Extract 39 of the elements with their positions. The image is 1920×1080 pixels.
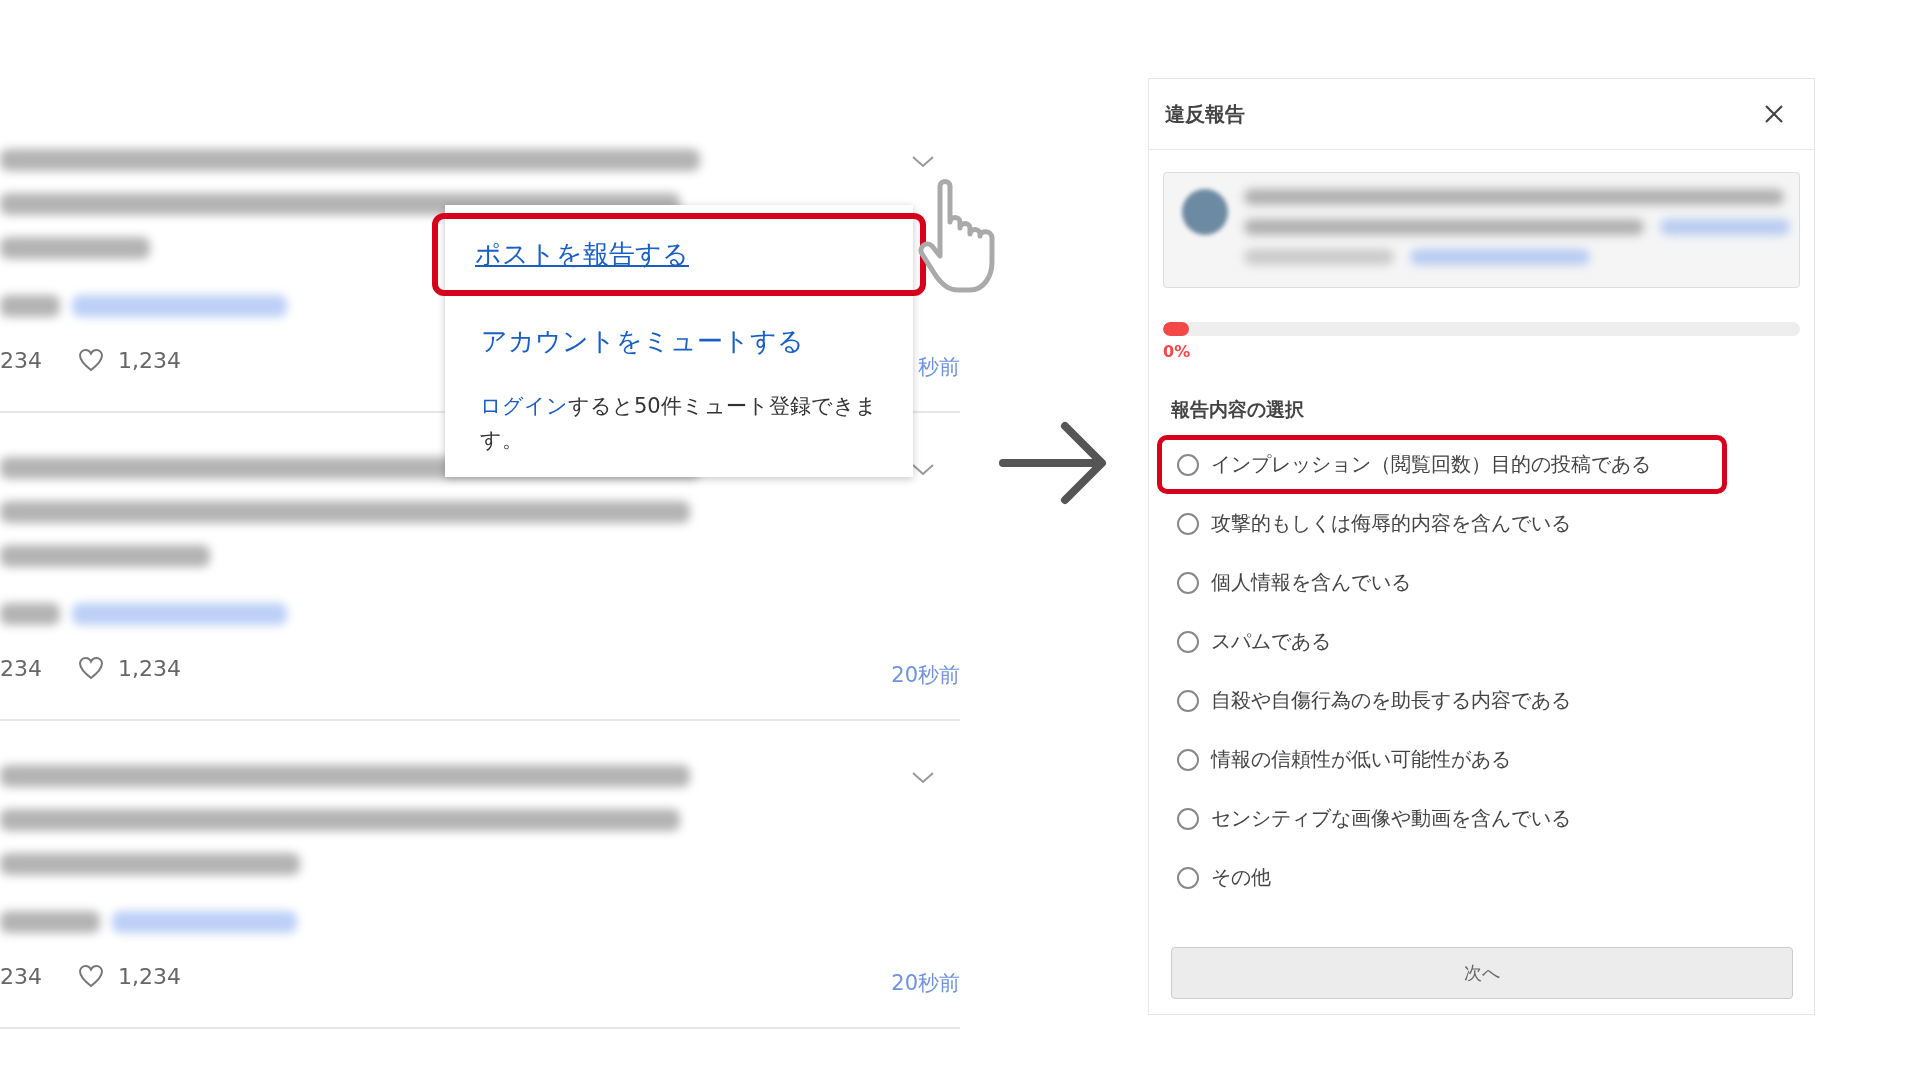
radio-option[interactable]: 自殺や自傷行為のを助長する内容である <box>1157 671 1727 730</box>
retweet-count: 234 <box>0 347 42 373</box>
radio-option[interactable]: センシティブな画像や動画を含んでいる <box>1157 789 1727 848</box>
retweet-count: 234 <box>0 963 42 989</box>
menu-item[interactable]: アカウントをミュートする <box>445 300 913 383</box>
retweet-count: 234 <box>0 655 42 681</box>
dialog-title: 違反報告 <box>1165 100 1245 128</box>
section-title: 報告内容の選択 <box>1171 397 1305 422</box>
like-count: 1,234 <box>118 347 181 373</box>
radio-option[interactable]: 攻撃的もしくは侮辱的内容を含んでいる <box>1157 494 1727 553</box>
radio-button[interactable] <box>1177 807 1199 830</box>
chevron-down-icon[interactable] <box>911 771 935 785</box>
radio-button[interactable] <box>1177 630 1199 653</box>
radio-option[interactable]: 情報の信頼性が低い可能性がある <box>1157 730 1727 789</box>
radio-button[interactable] <box>1177 512 1199 535</box>
radio-button[interactable] <box>1177 453 1199 476</box>
blurred-text <box>0 603 60 625</box>
chevron-down-icon[interactable] <box>911 155 935 169</box>
menu-item[interactable]: ポストを報告する <box>432 213 926 296</box>
chevron-down-icon[interactable] <box>911 463 935 477</box>
progress-reading: 0% <box>1163 342 1192 361</box>
heart-icon[interactable] <box>78 964 104 988</box>
mute-note: ログインすると50件ミュート登録できます。 <box>480 393 878 454</box>
radio-option[interactable]: その他 <box>1157 848 1727 907</box>
radio-button[interactable] <box>1177 748 1199 771</box>
radio-option[interactable]: スパムである <box>1157 612 1727 671</box>
radio-option[interactable]: 個人情報を含んでいる <box>1157 553 1727 612</box>
radio-option[interactable]: インプレッション（閲覧回数）目的の投稿である <box>1157 435 1727 494</box>
heart-icon[interactable] <box>78 348 104 372</box>
blurred-text <box>0 295 60 317</box>
radio-button[interactable] <box>1177 866 1199 889</box>
close-icon[interactable] <box>1764 104 1784 124</box>
radio-button[interactable] <box>1177 689 1199 712</box>
radio-button[interactable] <box>1177 571 1199 594</box>
heart-icon[interactable] <box>78 656 104 680</box>
like-count: 1,234 <box>118 963 181 989</box>
avatar-icon <box>1182 189 1228 235</box>
like-count: 1,234 <box>118 655 181 681</box>
login-link[interactable]: ログイン <box>480 394 568 418</box>
